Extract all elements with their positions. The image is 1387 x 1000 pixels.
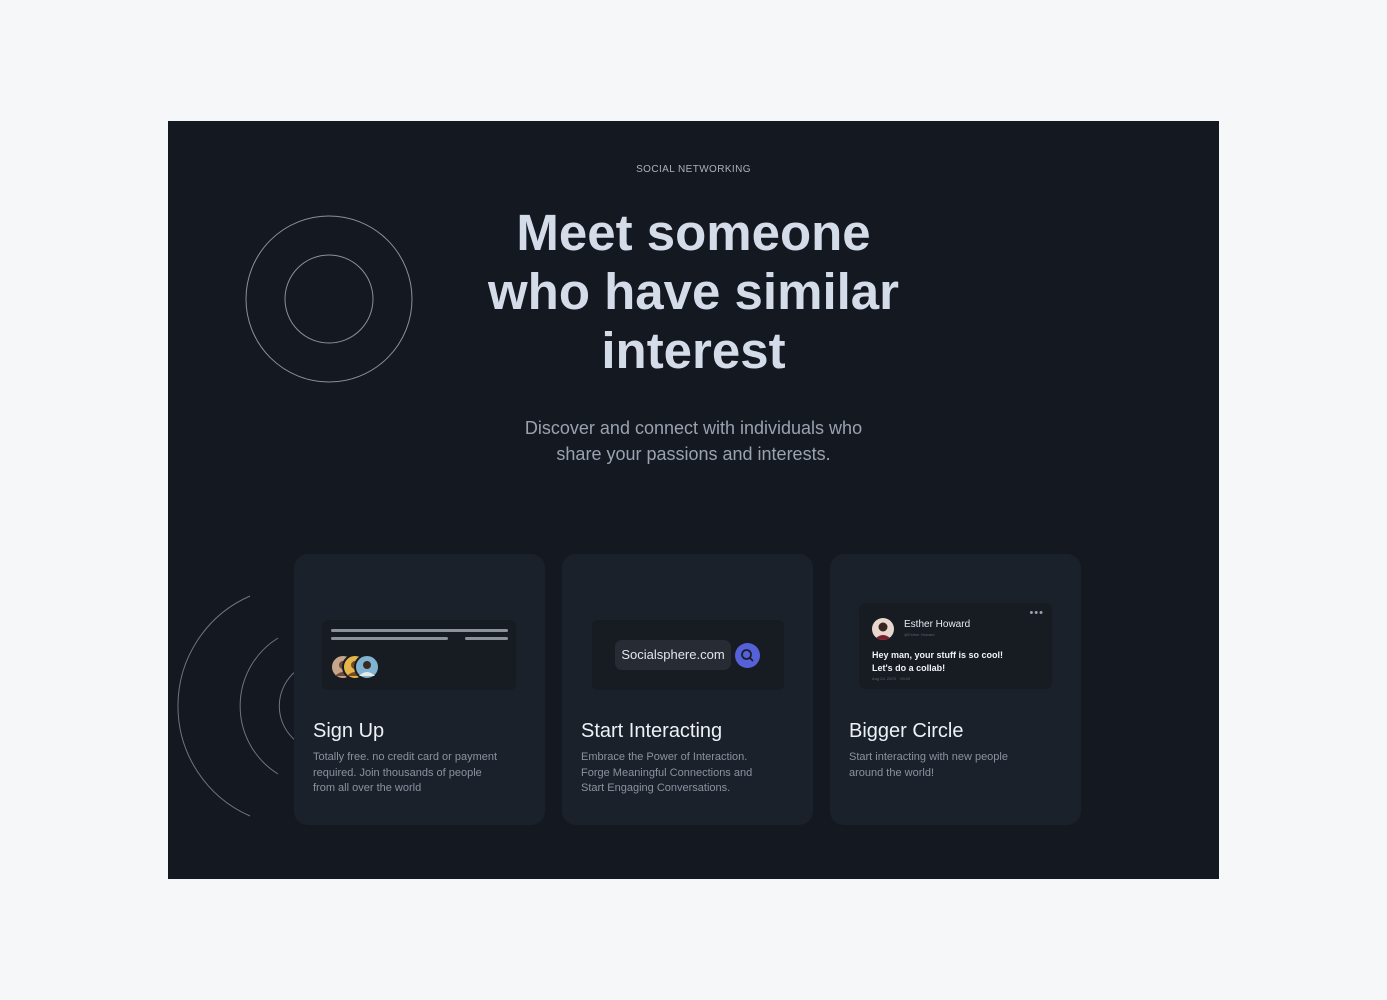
card-description-line: Start Engaging Conversations.	[581, 782, 731, 794]
chat-timestamp: Aug 24, 2023 09:20	[872, 676, 911, 681]
avatar	[354, 654, 380, 680]
subtitle-line: share your passions and interests.	[556, 444, 831, 464]
signal-arcs-decoration	[177, 595, 297, 817]
feature-card-start-interacting: Socialsphere.com Start Interacting Embra…	[562, 554, 813, 825]
section-subtitle: Discover and connect with individuals wh…	[168, 415, 1219, 467]
search-preview: Socialsphere.com	[592, 620, 784, 690]
more-options-icon[interactable]: •••	[1029, 607, 1044, 619]
search-icon	[735, 643, 760, 668]
card-description-line: Start interacting with new people	[849, 751, 1008, 763]
headline-line: interest	[601, 322, 786, 379]
card-description-line: required. Join thousands of people	[313, 766, 482, 779]
card-description-line: around the world!	[849, 766, 934, 779]
signup-preview	[322, 620, 516, 690]
page-title: Meet someone who have similar interest	[168, 203, 1219, 380]
card-description-line: Forge Meaningful Connections and	[581, 766, 753, 779]
chat-message: Hey man, your stuff is so cool! Let's do…	[872, 649, 1003, 674]
hero-section: SOCIAL NETWORKING Meet someone who have …	[168, 121, 1219, 879]
subtitle-line: Discover and connect with individuals wh…	[524, 418, 863, 438]
chat-message-line: Let's do a collab!	[872, 662, 946, 673]
card-title: Bigger Circle	[849, 720, 964, 742]
card-title: Sign Up	[313, 720, 385, 742]
card-description-line: Totally free. no credit card or payment	[313, 751, 498, 763]
card-description-line: from all over the world	[313, 782, 422, 794]
url-field: Socialsphere.com	[615, 640, 731, 670]
placeholder-line	[465, 637, 508, 640]
headline-line: who have similar	[488, 263, 899, 320]
feature-card-sign-up: Sign Up Totally free. no credit card or …	[294, 554, 545, 825]
placeholder-line	[331, 629, 508, 632]
card-description-line: Embrace the Power of Interaction.	[581, 751, 748, 763]
chat-user-name: Esther Howard	[904, 619, 971, 630]
card-description: Totally free. no credit card or payment …	[313, 750, 528, 797]
section-eyebrow: SOCIAL NETWORKING	[636, 164, 751, 175]
card-description: Start interacting with new people around…	[849, 750, 1064, 781]
chat-message-line: Hey man, your stuff is so cool!	[872, 650, 1004, 660]
avatar	[872, 618, 894, 640]
chat-preview: Esther Howard @Esther Howard ••• Hey man…	[859, 603, 1052, 689]
feature-card-bigger-circle: Esther Howard @Esther Howard ••• Hey man…	[830, 554, 1081, 825]
card-title: Start Interacting	[581, 720, 723, 742]
avatar-group	[330, 654, 394, 680]
headline-line: Meet someone	[516, 204, 871, 261]
card-description: Embrace the Power of Interaction. Forge …	[581, 750, 796, 797]
placeholder-line	[331, 637, 448, 640]
chat-user-handle: @Esther Howard	[904, 632, 935, 637]
